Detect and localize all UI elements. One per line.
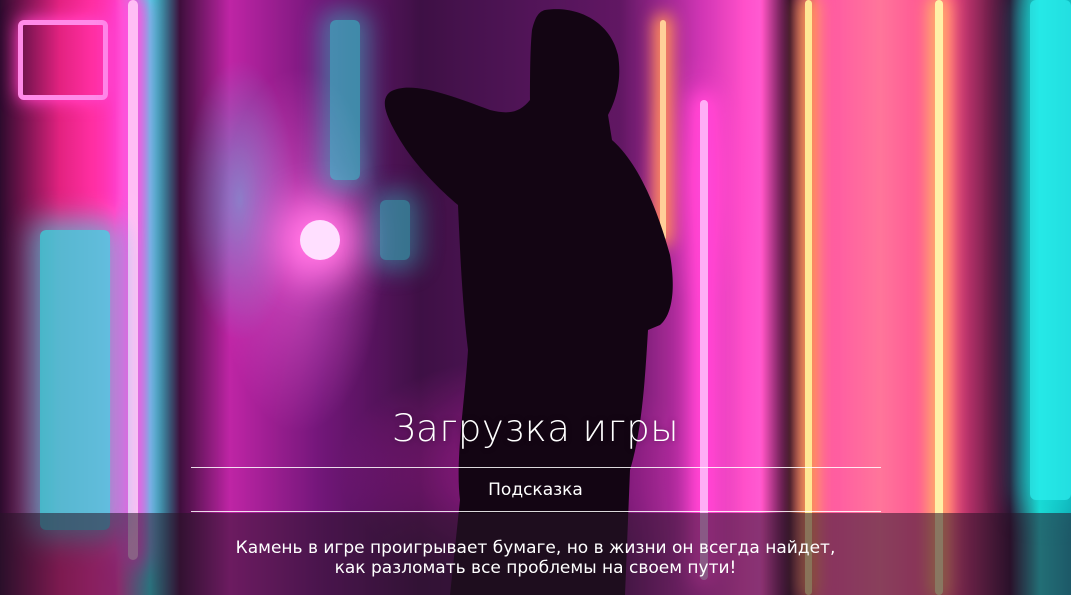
neon-light <box>300 220 340 260</box>
loading-screen: Загрузка игры Подсказка Камень в игре пр… <box>0 0 1071 595</box>
hint-line: Камень в игре проигрывает бумаге, но в ж… <box>235 538 836 558</box>
neon-tube <box>128 0 138 560</box>
divider-top <box>191 467 881 468</box>
neon-tube <box>700 100 708 580</box>
neon-tube <box>805 0 812 595</box>
hint-line: как разломать все проблемы на своем пути… <box>334 558 737 578</box>
hint-label: Подсказка <box>488 480 583 500</box>
hint-text: Камень в игре проигрывает бумаге, но в ж… <box>0 538 1071 578</box>
neon-frame <box>18 20 108 100</box>
person-silhouette <box>384 9 673 595</box>
loading-title: Загрузка игры <box>391 407 680 450</box>
divider-bottom <box>191 511 881 512</box>
neon-sign <box>330 20 360 180</box>
background-image <box>0 0 1071 595</box>
neon-tube <box>935 0 943 595</box>
